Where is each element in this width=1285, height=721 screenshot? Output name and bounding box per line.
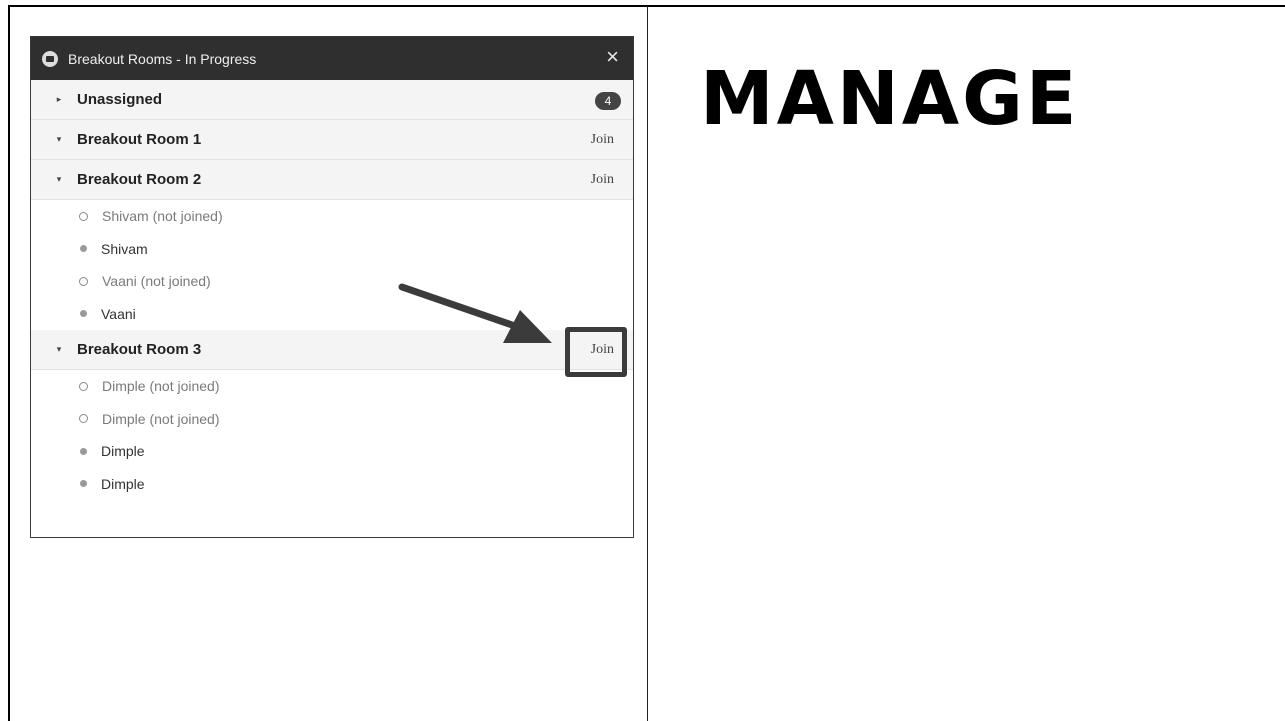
member-name: Dimple [101,475,145,492]
member-name: Vaani [101,305,136,322]
room-row-breakout-room-1[interactable]: ▾ Breakout Room 1 Join [31,120,633,160]
chevron-down-icon[interactable]: ▾ [55,174,63,185]
member-list-item: Vaani [31,297,633,330]
room-name: Breakout Room 3 [77,341,202,358]
room-name: Breakout Room 1 [77,131,202,148]
count-badge: 4 [595,92,621,110]
room-row-breakout-room-2[interactable]: ▾ Breakout Room 2 Join [31,160,633,200]
join-button[interactable]: Join [591,172,614,188]
member-name: Shivam [101,240,148,257]
join-highlight-box [565,327,627,377]
member-name: Shivam (not joined) [102,208,223,225]
breakout-rooms-window: Breakout Rooms - In Progress × ▸ Unassig… [30,36,634,538]
member-name: Vaani (not joined) [102,273,211,290]
not-joined-status-icon [79,381,88,391]
member-list-item: Vaani (not joined) [31,265,633,298]
member-list-item: Dimple [31,467,633,500]
joined-status-icon [80,480,87,488]
joined-status-icon [80,245,87,253]
chevron-down-icon[interactable]: ▾ [55,134,63,145]
window-title: Breakout Rooms - In Progress [68,50,257,67]
window-titlebar: Breakout Rooms - In Progress × [31,37,633,80]
member-list-item: Dimple (not joined) [31,402,633,435]
member-name: Dimple (not joined) [102,378,220,395]
chevron-down-icon[interactable]: ▾ [55,344,63,355]
chevron-right-icon[interactable]: ▸ [55,94,63,105]
room-name: Breakout Room 2 [77,171,202,188]
room-name: Unassigned [77,91,163,108]
member-list-item: Shivam (not joined) [31,200,633,233]
not-joined-status-icon [79,414,88,424]
not-joined-status-icon [79,211,88,221]
close-icon[interactable]: × [606,46,619,68]
slide-heading: MANAGE [700,56,1080,142]
member-name: Dimple [101,443,145,460]
member-list-item: Dimple (not joined) [31,370,633,403]
member-name: Dimple (not joined) [102,410,220,427]
not-joined-status-icon [79,276,88,286]
room-row-unassigned[interactable]: ▸ Unassigned 4 [31,80,633,120]
member-list-item: Dimple [31,435,633,468]
slide-divider [647,6,648,721]
joined-status-icon [80,447,87,455]
member-list-item: Shivam [31,232,633,265]
join-button[interactable]: Join [591,132,614,148]
joined-status-icon [80,310,87,318]
zoom-camera-icon [42,50,58,67]
room-row-breakout-room-3[interactable]: ▾ Breakout Room 3 Join [31,330,633,370]
